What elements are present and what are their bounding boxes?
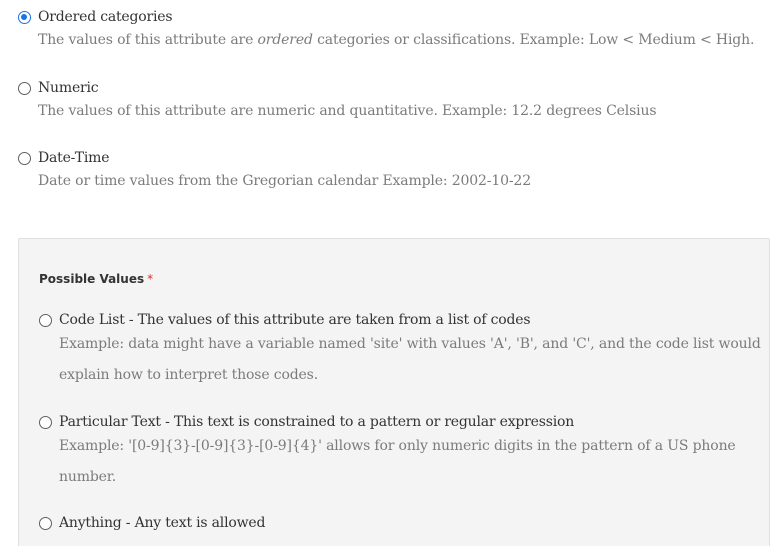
possible-values-title-text: Possible Values bbox=[39, 272, 145, 286]
ordered-categories-radio[interactable] bbox=[18, 10, 31, 24]
option-date-time[interactable]: Date-Time bbox=[18, 150, 109, 166]
date-time-description: Date or time values from the Gregorian c… bbox=[38, 173, 531, 189]
ordered-categories-description: The values of this attribute are ordered… bbox=[38, 32, 754, 48]
required-marker: * bbox=[147, 272, 154, 286]
anything-radio[interactable] bbox=[39, 516, 52, 530]
particular-text-description-line2: number. bbox=[59, 469, 117, 485]
possible-values-title: Possible Values * bbox=[39, 272, 153, 286]
option-code-list[interactable]: Code List - The values of this attribute… bbox=[39, 312, 531, 328]
particular-text-description-line1: Example: '[0-9]{3}-[0-9]{3}-[0-9]{4}' al… bbox=[59, 438, 736, 454]
numeric-label: Numeric bbox=[38, 80, 99, 96]
option-numeric[interactable]: Numeric bbox=[18, 80, 99, 96]
code-list-description-line2: explain how to interpret those codes. bbox=[59, 367, 319, 383]
ordered-categories-label: Ordered categories bbox=[38, 9, 173, 25]
date-time-radio[interactable] bbox=[18, 151, 31, 165]
numeric-radio[interactable] bbox=[18, 81, 31, 95]
ordered-categories-desc-part2: categories or classifications. Example: … bbox=[312, 32, 755, 48]
option-ordered-categories[interactable]: Ordered categories bbox=[18, 9, 173, 25]
particular-text-radio[interactable] bbox=[39, 415, 52, 429]
numeric-description: The values of this attribute are numeric… bbox=[38, 103, 657, 119]
code-list-description-line1: Example: data might have a variable name… bbox=[59, 336, 761, 352]
anything-label: Anything - Any text is allowed bbox=[59, 515, 266, 531]
particular-text-label: Particular Text - This text is constrain… bbox=[59, 414, 575, 430]
option-anything[interactable]: Anything - Any text is allowed bbox=[39, 515, 265, 531]
code-list-radio[interactable] bbox=[39, 313, 52, 327]
code-list-label: Code List - The values of this attribute… bbox=[59, 312, 531, 328]
ordered-categories-desc-emphasis: ordered bbox=[257, 32, 313, 48]
ordered-categories-desc-part1: The values of this attribute are bbox=[38, 32, 258, 48]
possible-values-panel: Possible Values * Code List - The values … bbox=[18, 238, 770, 546]
date-time-label: Date-Time bbox=[38, 150, 110, 166]
option-particular-text[interactable]: Particular Text - This text is constrain… bbox=[39, 414, 574, 430]
